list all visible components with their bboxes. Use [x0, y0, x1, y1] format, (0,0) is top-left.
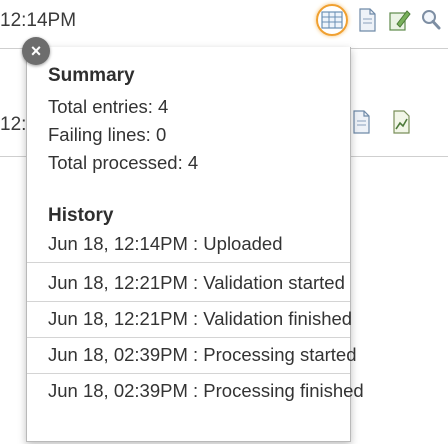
total-entries-text: Total entries: 4 — [48, 96, 169, 117]
search-icon[interactable] — [418, 6, 444, 34]
close-button[interactable]: × — [22, 37, 50, 65]
history-entry: Jun 18, 12:21PM : Validation finished — [27, 301, 353, 338]
row-time: 12:14PM — [0, 10, 77, 31]
failing-lines-text: Failing lines: 0 — [48, 124, 167, 145]
history-entry: Jun 18, 02:39PM : Processing finished — [27, 373, 364, 409]
history-entry-text: Jun 18, 02:39PM : Processing started — [48, 344, 357, 365]
row-toolbar — [348, 108, 414, 136]
history-entry: Jun 18, 02:39PM : Processing started — [27, 337, 357, 374]
history-entry-text: Jun 18, 12:21PM : Validation started — [48, 272, 345, 293]
table-icon[interactable] — [316, 4, 348, 36]
history-entry-text: Jun 18, 02:39PM : Processing finished — [48, 380, 364, 401]
history-entry-text: Jun 18, 12:14PM : Uploaded — [48, 233, 283, 254]
history-heading: History — [48, 205, 114, 226]
row-toolbar — [316, 4, 444, 36]
summary-heading: Summary — [48, 65, 135, 86]
history-entry: Jun 18, 12:21PM : Validation started — [27, 265, 350, 302]
history-entry-text: Jun 18, 12:21PM : Validation finished — [48, 308, 353, 329]
chart-icon[interactable] — [388, 108, 414, 136]
details-popup: Summary Total entries: 4 Failing lines: … — [26, 47, 364, 442]
total-processed-text: Total processed: 4 — [48, 152, 199, 173]
history-entry: Jun 18, 12:14PM : Uploaded — [27, 226, 350, 263]
document-icon[interactable] — [348, 108, 374, 136]
document-icon[interactable] — [354, 6, 380, 34]
edit-icon[interactable] — [386, 6, 412, 34]
